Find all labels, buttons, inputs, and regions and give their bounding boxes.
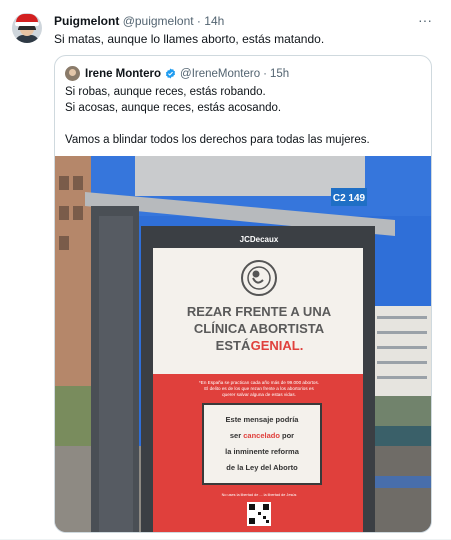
quoted-author-handle[interactable]: @IreneMontero <box>180 68 260 80</box>
poster-footnote-1: *En España se practican cada año más de … <box>199 380 319 385</box>
poster-footnote-2: El delito es de los que rezan frente a l… <box>204 386 314 391</box>
author-name[interactable]: Puigmelont <box>54 14 119 28</box>
quoted-text-line <box>65 116 370 132</box>
poster-box-line-1: Este mensaje podría <box>226 415 300 424</box>
tweet-timestamp[interactable]: 14h <box>204 14 224 28</box>
poster-footnote-3: querer salvar alguna de estas vidas. <box>222 392 296 397</box>
quoted-tweet-header: Irene Montero @IreneMontero · 15h <box>65 66 289 81</box>
quoted-text-line: Si robas, aunque reces, estás robando. <box>65 86 266 98</box>
separator-dot: · <box>263 67 267 80</box>
poster-box-line-3: la inminente reforma <box>225 447 300 456</box>
poster-box-line-2: ser cancelado por <box>230 431 294 440</box>
quoted-author-avatar[interactable] <box>65 66 80 81</box>
author-handle[interactable]: @puigmelont <box>123 14 194 28</box>
poster-headline-2: CLÍNICA ABORTISTA <box>194 321 325 336</box>
quoted-text-line: Vamos a blindar todos los derechos para … <box>65 134 370 146</box>
shelter-brand-text: JCDecaux <box>240 235 279 244</box>
tweet-header: Puigmelont @puigmelont · 14h <box>54 14 224 28</box>
quoted-author-name[interactable]: Irene Montero <box>85 68 161 80</box>
poster-bottom-text: No uses la libertad de ... la libertad d… <box>222 493 297 497</box>
tweet[interactable]: Puigmelont @puigmelont · 14h ··· Si mata… <box>0 0 451 540</box>
separator-dot: · <box>196 14 201 28</box>
author-avatar[interactable] <box>12 13 42 43</box>
quoted-tweet-photo[interactable]: C2 149 JCDecaux REZAR FRENTE A UNA CLÍNI… <box>55 156 431 532</box>
quoted-text-line: Si acosas, aunque reces, estás acosando. <box>65 102 282 114</box>
bus-stop-sign-text: C2 149 <box>333 193 366 204</box>
more-options-icon[interactable]: ··· <box>418 12 432 28</box>
poster-headline-highlight: GENIAL. <box>251 338 304 353</box>
quoted-tweet-timestamp[interactable]: 15h <box>270 68 289 80</box>
tweet-text: Si matas, aunque lo llames aborto, estás… <box>54 32 325 46</box>
poster-box-line-4: de la Ley del Aborto <box>226 463 298 472</box>
quoted-tweet[interactable]: Irene Montero @IreneMontero · 15h Si rob… <box>54 55 432 533</box>
shelter-roof-upper <box>135 156 365 196</box>
quoted-tweet-text: Si robas, aunque reces, estás robando. S… <box>65 84 370 148</box>
poster-headline-1: REZAR FRENTE A UNA <box>187 304 332 319</box>
poster-headline-3: ESTÁ <box>216 338 251 353</box>
verified-badge-icon <box>165 68 176 79</box>
